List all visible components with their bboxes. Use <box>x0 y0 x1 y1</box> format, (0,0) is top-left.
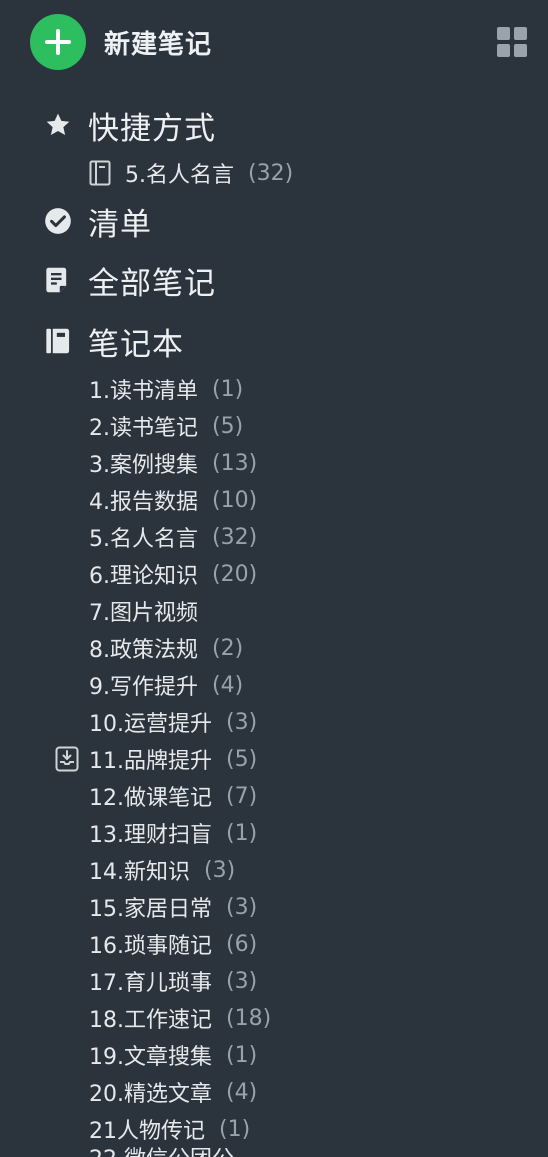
new-note-button[interactable]: 新建笔记 <box>30 14 212 70</box>
sidebar: 新建笔记 快捷方式 5.名人名言 (32) 清单 全部笔记 笔记本 1.读书清单… <box>0 0 548 1157</box>
notebook-item[interactable]: 20.精选文章 (4) <box>89 1075 257 1109</box>
notebook-label: 13.理财扫盲 <box>89 823 212 848</box>
new-note-label: 新建笔记 <box>104 29 213 60</box>
star-icon <box>44 111 72 139</box>
shortcut-item[interactable]: 5.名人名言 (32) <box>89 156 293 190</box>
notebook-count: (5) <box>212 413 244 439</box>
notebook-count: (1) <box>212 376 244 402</box>
notebook-item[interactable]: 10.运营提升 (3) <box>89 705 257 739</box>
sidebar-section-all-notes[interactable]: 全部笔记 <box>44 257 216 303</box>
notebook-label: 2.读书笔记 <box>89 416 198 441</box>
notebook-item[interactable]: 6.理论知识 (20) <box>89 557 257 591</box>
notebook-count: (1) <box>219 1116 251 1142</box>
notebook-count: (1) <box>226 1042 258 1068</box>
notebook-label: 17.育儿琐事 <box>89 971 212 996</box>
sidebar-section-shortcuts[interactable]: 快捷方式 <box>44 102 216 148</box>
notebook-label: 14.新知识 <box>89 860 190 885</box>
notebook-item[interactable]: 2.读书笔记 (5) <box>89 409 243 443</box>
notebook-count: (6) <box>226 931 258 957</box>
notebook-item[interactable]: 1.读书清单 (1) <box>89 372 243 406</box>
notebook-count: (10) <box>212 487 258 513</box>
shortcut-count: (32) <box>248 160 294 186</box>
notebook-label: 1.读书清单 <box>89 379 198 404</box>
notebook-label: 10.运营提升 <box>89 712 212 737</box>
notebook-item[interactable]: 15.家居日常 (3) <box>89 890 257 924</box>
notebook-count: (3) <box>226 968 258 994</box>
notebook-label: 11.品牌提升 <box>89 749 212 774</box>
notebook-item[interactable]: 11.品牌提升 (5) <box>89 742 257 776</box>
notebook-item[interactable]: 9.写作提升 (4) <box>89 668 243 702</box>
sidebar-header: 新建笔记 <box>30 14 530 70</box>
notebook-count: (5) <box>226 746 258 772</box>
notebook-item[interactable]: 5.名人名言 (32) <box>89 520 257 554</box>
notebook-label: 16.琐事随记 <box>89 934 212 959</box>
section-label: 快捷方式 <box>88 110 216 147</box>
notebook-label: 8.政策法规 <box>89 638 198 663</box>
notebook-count: (18) <box>226 1005 272 1031</box>
section-label: 全部笔记 <box>88 265 216 302</box>
notebook-label: 6.理论知识 <box>89 564 198 589</box>
notebook-count: (32) <box>212 524 258 550</box>
check-circle-icon <box>44 207 72 235</box>
section-label: 笔记本 <box>88 326 184 363</box>
notebook-item[interactable]: 7.图片视频 <box>89 594 212 628</box>
shortcut-label: 5.名人名言 <box>125 163 234 188</box>
inbox-icon <box>55 746 79 772</box>
notebook-label: 3.案例搜集 <box>89 453 198 478</box>
notebook-label: 9.写作提升 <box>89 675 198 700</box>
sidebar-section-notebooks[interactable]: 笔记本 <box>44 318 184 364</box>
notebook-label: 7.图片视频 <box>89 601 198 626</box>
notebook-outline-icon <box>89 160 111 186</box>
notebook-item[interactable]: 16.琐事随记 (6) <box>89 927 257 961</box>
notebook-count: (3) <box>204 857 236 883</box>
notebook-count: (4) <box>226 1079 258 1105</box>
notebook-label: 5.名人名言 <box>89 527 198 552</box>
notebook-item[interactable]: 8.政策法规 (2) <box>89 631 243 665</box>
sidebar-section-checklist[interactable]: 清单 <box>44 198 152 244</box>
notebook-count: (2) <box>212 635 244 661</box>
section-label: 清单 <box>88 206 152 243</box>
notebook-item[interactable]: 22.微信公团公 <box>89 1141 248 1157</box>
notebook-label: 19.文章搜集 <box>89 1045 212 1070</box>
notebook-item[interactable]: 17.育儿琐事 (3) <box>89 964 257 998</box>
notebook-item[interactable]: 13.理财扫盲 (1) <box>89 816 257 850</box>
notebook-item[interactable]: 4.报告数据 (10) <box>89 483 257 517</box>
notebook-label: 4.报告数据 <box>89 490 198 515</box>
grid-icon[interactable] <box>497 27 527 57</box>
notebook-label: 15.家居日常 <box>89 897 212 922</box>
notebook-label: 22.微信公团公 <box>89 1141 234 1157</box>
notebook-count: (1) <box>226 820 258 846</box>
notebook-count: (3) <box>226 709 258 735</box>
notebook-count: (20) <box>212 561 258 587</box>
notebook-label: 20.精选文章 <box>89 1082 212 1107</box>
notebook-count: (4) <box>212 672 244 698</box>
notebook-item[interactable]: 19.文章搜集 (1) <box>89 1038 257 1072</box>
notebook-icon <box>44 327 72 355</box>
notebook-count: (7) <box>226 783 258 809</box>
plus-icon <box>30 14 86 70</box>
notebook-item[interactable]: 3.案例搜集 (13) <box>89 446 257 480</box>
notebook-item[interactable]: 18.工作速记 (18) <box>89 1001 271 1035</box>
notebook-count: (3) <box>226 894 258 920</box>
notebook-item[interactable]: 12.做课笔记 (7) <box>89 779 257 813</box>
notebook-count: (13) <box>212 450 258 476</box>
notebook-label: 12.做课笔记 <box>89 786 212 811</box>
notebook-item[interactable]: 14.新知识 (3) <box>89 853 235 887</box>
note-icon <box>44 266 72 294</box>
notebook-label: 18.工作速记 <box>89 1008 212 1033</box>
